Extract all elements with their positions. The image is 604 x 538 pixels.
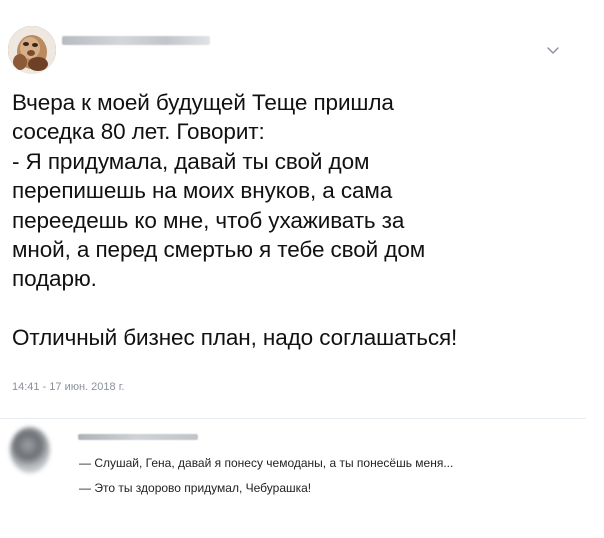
avatar-image xyxy=(8,26,56,74)
reply-author-name-redacted[interactable] xyxy=(78,434,198,440)
reply-text-line: — Это ты здорово придумал, Чебурашка! xyxy=(79,481,312,495)
author-name-redacted[interactable] xyxy=(62,36,210,45)
tweet-timestamp[interactable]: 14:41 - 17 июн. 2018 г. xyxy=(12,381,124,393)
tweet-text: Вчера к моей будущей Теще пришла соседка… xyxy=(12,90,458,351)
reply-avatar[interactable] xyxy=(10,427,50,473)
tweet: Вчера к моей будущей Теще пришла соседка… xyxy=(0,0,604,418)
author-avatar[interactable] xyxy=(8,26,56,74)
reply-text-line: — Слушай, Гена, давай я понесу чемоданы,… xyxy=(79,456,454,470)
chevron-down-icon[interactable] xyxy=(546,46,560,56)
